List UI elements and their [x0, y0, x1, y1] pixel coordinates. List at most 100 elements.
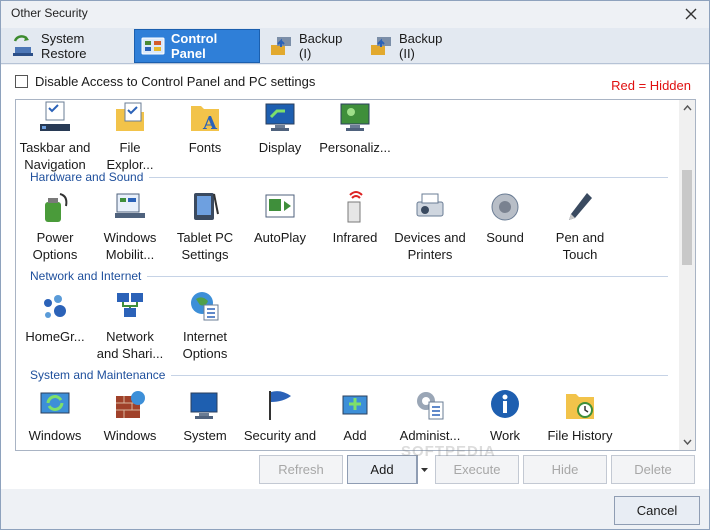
- section-title: System and Maintenance: [30, 368, 166, 382]
- fonts-icon: A: [191, 106, 219, 134]
- item-devices-and-printers[interactable]: Devices and Printers: [393, 190, 467, 263]
- info-icon: [491, 390, 519, 418]
- item-windows-firewall[interactable]: Windows: [93, 388, 167, 444]
- refresh-button[interactable]: Refresh: [259, 455, 343, 484]
- disable-access-checkbox[interactable]: [15, 75, 28, 88]
- item-power-options[interactable]: Power Options: [18, 190, 92, 263]
- item-label: Network and Shari...: [96, 329, 164, 361]
- item-security-and-maintenance[interactable]: Security and: [243, 388, 317, 444]
- title-bar: Other Security: [1, 1, 709, 28]
- item-taskbar-and-navigation[interactable]: Taskbar and Navigation: [18, 100, 92, 173]
- display-icon: [265, 103, 295, 131]
- item-label: Taskbar and Navigation: [19, 140, 91, 172]
- system-icon: [190, 392, 218, 419]
- section-system-and-maintenance: System and Maintenance: [30, 367, 668, 383]
- section-network-and-internet: Network and Internet: [30, 268, 668, 284]
- item-label: Windows: [28, 428, 82, 443]
- scroll-thumb[interactable]: [682, 170, 692, 265]
- item-label: Sound: [486, 230, 524, 245]
- item-homegroup[interactable]: HomeGr...: [18, 289, 92, 345]
- item-label: Windows: [103, 428, 157, 443]
- item-personalization[interactable]: Personaliz...: [318, 100, 392, 156]
- item-file-explorer[interactable]: File Explor...: [93, 100, 167, 173]
- item-label: Pen and Touch: [555, 230, 605, 262]
- item-label: Power Options: [32, 230, 78, 262]
- items-row: Power Options Windows Mobilit... Tablet …: [16, 190, 680, 270]
- svg-text:A: A: [202, 113, 218, 134]
- tab-control-panel[interactable]: Control Panel: [134, 29, 260, 63]
- item-label: Personaliz...: [319, 140, 391, 155]
- item-fonts[interactable]: A Fonts: [168, 100, 242, 156]
- section-title: Hardware and Sound: [30, 170, 144, 184]
- item-windows-mobility[interactable]: Windows Mobilit...: [93, 190, 167, 263]
- mobility-icon: [115, 193, 145, 218]
- hide-button[interactable]: Hide: [523, 455, 607, 484]
- tab-backup-i[interactable]: Backup (I): [263, 29, 361, 63]
- network-icon: [117, 293, 143, 317]
- infrared-icon: [347, 191, 363, 223]
- cancel-button[interactable]: Cancel: [614, 496, 700, 525]
- softpedia-watermark: SOFTPEDIA: [401, 443, 496, 460]
- item-label: Add: [343, 428, 367, 443]
- item-file-history[interactable]: File History: [543, 388, 617, 444]
- printer-icon: [416, 193, 444, 217]
- item-label: Infrared: [332, 230, 378, 245]
- item-add[interactable]: Add: [318, 388, 392, 444]
- control-panel-icon: [141, 35, 165, 57]
- disable-access-label: Disable Access to Control Panel and PC s…: [35, 74, 316, 89]
- tab-backup-ii[interactable]: Backup (II): [363, 29, 463, 63]
- item-internet-options[interactable]: Internet Options: [168, 289, 242, 362]
- item-infrared[interactable]: Infrared: [318, 190, 392, 246]
- item-label: Display: [258, 140, 302, 155]
- windows-update-icon: [40, 392, 70, 414]
- item-label: Devices and Printers: [394, 230, 466, 262]
- item-administrative-tools[interactable]: Administ...: [393, 388, 467, 444]
- item-pen-and-touch[interactable]: Pen and Touch: [543, 190, 617, 263]
- control-panel-items-list[interactable]: Taskbar and Navigation File Explor... A …: [15, 99, 696, 451]
- item-label: File History: [547, 428, 613, 443]
- item-label: System: [183, 428, 227, 443]
- scroll-up-icon[interactable]: [679, 100, 695, 116]
- item-sound[interactable]: Sound: [468, 190, 542, 246]
- item-system[interactable]: System: [168, 388, 242, 444]
- tab-bar: System Restore Control Panel Backup (I) …: [1, 28, 709, 64]
- item-tablet-pc-settings[interactable]: Tablet PC Settings: [168, 190, 242, 263]
- scroll-down-icon[interactable]: [679, 434, 695, 450]
- taskbar-icon: [40, 101, 70, 131]
- item-network-and-sharing[interactable]: Network and Shari...: [93, 289, 167, 362]
- item-display[interactable]: Display: [243, 100, 317, 156]
- item-label: Work: [489, 428, 521, 443]
- item-label: Windows Mobilit...: [103, 230, 157, 262]
- item-label: File Explor...: [106, 140, 154, 172]
- backup-icon: [369, 35, 393, 57]
- tablet-icon: [194, 193, 219, 220]
- item-label: Internet Options: [182, 329, 228, 361]
- section-title: Network and Internet: [30, 269, 142, 283]
- homegroup-icon: [44, 295, 66, 318]
- items-row: HomeGr... Network and Shari... Internet …: [16, 289, 680, 369]
- admin-tools-icon: [417, 392, 444, 420]
- file-history-icon: [566, 394, 594, 419]
- add-icon: [342, 395, 368, 415]
- hidden-legend: Red = Hidden: [611, 78, 691, 93]
- tab-system-restore[interactable]: System Restore: [5, 29, 133, 63]
- item-autoplay[interactable]: AutoPlay: [243, 190, 317, 246]
- items-row: Windows Windows System Security and Add …: [16, 388, 680, 450]
- control-panel-content: Disable Access to Control Panel and PC s…: [1, 65, 709, 489]
- item-windows-update[interactable]: Windows: [18, 388, 92, 444]
- item-work-folders[interactable]: Work: [468, 388, 542, 444]
- item-label: Administ...: [399, 428, 461, 443]
- section-hardware-and-sound: Hardware and Sound: [30, 169, 668, 185]
- close-icon[interactable]: [681, 4, 701, 24]
- speaker-icon: [491, 193, 519, 221]
- globe-icon: [191, 292, 219, 321]
- item-label: Tablet PC Settings: [176, 230, 234, 262]
- delete-button[interactable]: Delete: [611, 455, 695, 484]
- backup-icon: [269, 35, 293, 57]
- vertical-scrollbar[interactable]: [679, 100, 695, 450]
- tab-label: Control Panel: [171, 31, 218, 61]
- disable-access-option[interactable]: Disable Access to Control Panel and PC s…: [15, 74, 315, 89]
- flag-icon: [269, 391, 291, 420]
- tab-label: Backup (I): [299, 31, 343, 61]
- firewall-icon: [116, 391, 145, 418]
